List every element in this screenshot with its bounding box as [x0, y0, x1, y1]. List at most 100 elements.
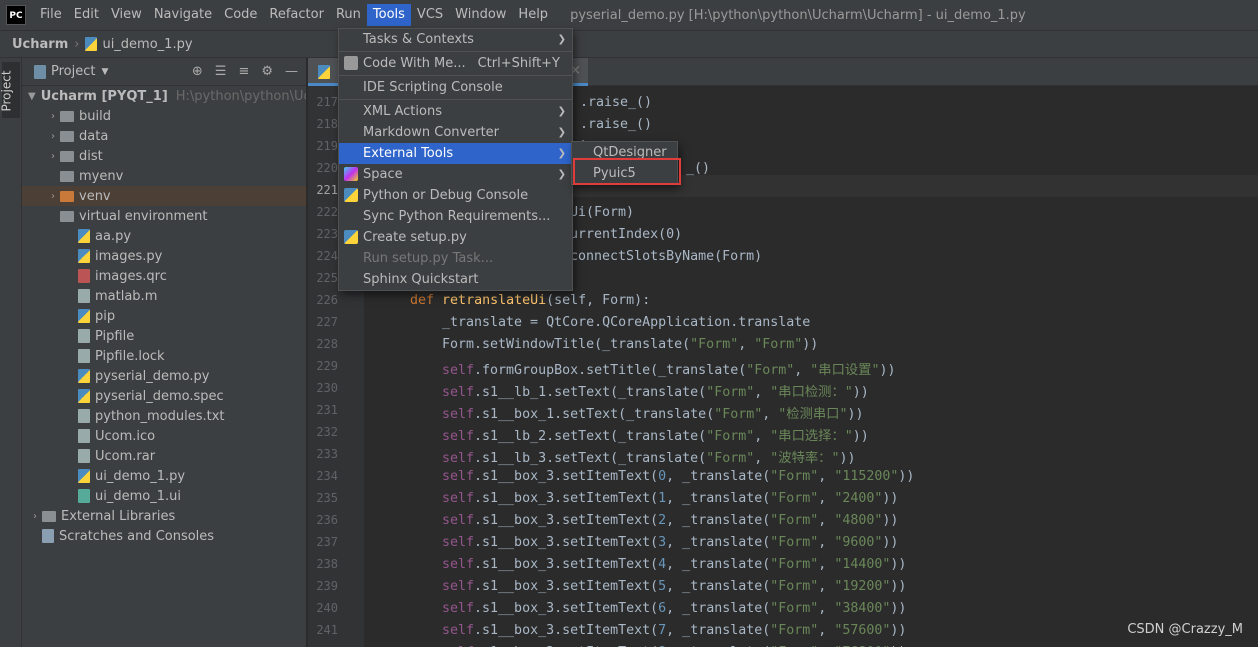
tree-item[interactable]: ui_demo_1.py [22, 466, 306, 486]
code-line: .raise_() [580, 117, 653, 132]
tree-item[interactable]: › build [22, 106, 306, 126]
tools-menu: Tasks & Contexts ❯ Code With Me... Ctrl+Shi… [338, 28, 573, 291]
menu-items: File Edit View Navigate Code Refactor Run Tools… [34, 4, 554, 26]
tree-item-label: ui_demo_1.py [95, 468, 186, 484]
line-number: 240 [316, 601, 338, 615]
tree-item[interactable]: pip [22, 306, 306, 326]
menu-separator [339, 99, 572, 100]
line-number: 221 [316, 183, 338, 197]
menu-item-markdown-converter[interactable]: Markdown Converter ❯ [339, 122, 572, 143]
py-file-icon [78, 469, 90, 483]
code-line: Ui(Form) [570, 205, 635, 220]
menu-window[interactable]: Window [449, 4, 512, 26]
tree-item-label: venv [79, 188, 111, 204]
tree-item[interactable]: images.py [22, 246, 306, 266]
tree-item[interactable]: Ucom.rar [22, 446, 306, 466]
line-number: 230 [316, 381, 338, 395]
menu-item-python-or-debug-console[interactable]: Python or Debug Console [339, 185, 572, 206]
menu-item-create-setup-py[interactable]: Create setup.py [339, 227, 572, 248]
line-number: 219 [316, 139, 338, 153]
breadcrumb-file[interactable]: ui_demo_1.py [102, 37, 192, 52]
chevron-right-icon: ❯ [557, 148, 566, 159]
tree-item-label: Ucharm [PYQT_1] [40, 88, 168, 104]
menu-item-external-tools[interactable]: External Tools ❯ [339, 143, 572, 164]
tree-item[interactable]: › dist [22, 146, 306, 166]
project-header: Project ▼ ⊕ ☰ ≡ ⚙ — [22, 58, 306, 86]
folder-icon [60, 130, 74, 142]
chevron-right-icon: ❯ [557, 169, 566, 180]
line-number: 224 [316, 249, 338, 263]
line-number: 238 [316, 557, 338, 571]
menu-help[interactable]: Help [512, 4, 554, 26]
menu-item-run-setup-py-task: Run setup.py Task... [339, 248, 572, 269]
tree-item[interactable]: pyserial_demo.spec [22, 386, 306, 406]
tree-item[interactable]: Pipfile [22, 326, 306, 346]
menu-navigate[interactable]: Navigate [148, 4, 218, 26]
menu-code[interactable]: Code [218, 4, 263, 26]
breadcrumb-project[interactable]: Ucharm [12, 37, 68, 52]
code-line: self.s1__box_3.setItemText(1, _translate… [442, 491, 899, 506]
tree-item[interactable]: Scratches and Consoles [22, 526, 306, 546]
collapse-all-icon[interactable]: ≡ [238, 64, 249, 79]
menu-view[interactable]: View [105, 4, 148, 26]
txt-file-icon [78, 289, 90, 303]
menu-vcs[interactable]: VCS [411, 4, 449, 26]
tree-item[interactable]: python_modules.txt [22, 406, 306, 426]
menu-item-sync-python-requirements[interactable]: Sync Python Requirements... [339, 206, 572, 227]
space-icon [344, 167, 358, 181]
menu-run[interactable]: Run [330, 4, 367, 26]
menu-item-label: Space [363, 167, 403, 182]
code-line: self.s1__lb_3.setText(_translate("Form",… [442, 451, 856, 466]
tree-item[interactable]: Ucom.ico [22, 426, 306, 446]
menu-item-sphinx-quickstart[interactable]: Sphinx Quickstart [339, 269, 572, 290]
tree-item[interactable]: › data [22, 126, 306, 146]
scratches-icon [42, 529, 54, 543]
tree-item[interactable]: Pipfile.lock [22, 346, 306, 366]
code-line: self.s1__lb_1.setText(_translate("Form",… [442, 385, 869, 400]
expand-all-icon[interactable]: ☰ [215, 64, 227, 79]
tree-item-label: images.py [95, 248, 163, 264]
tree-item-label: Pipfile [95, 328, 135, 344]
txt-file-icon [78, 429, 90, 443]
tree-item-label: ui_demo_1.ui [95, 488, 181, 504]
chevron-right-icon: › [51, 190, 55, 202]
py-file-icon [78, 229, 90, 243]
menu-refactor[interactable]: Refactor [263, 4, 330, 26]
tree-item[interactable]: myenv [22, 166, 306, 186]
menu-item-tasks-contexts[interactable]: Tasks & Contexts ❯ [339, 29, 572, 50]
tree-item[interactable]: aa.py [22, 226, 306, 246]
chevron-right-icon: ❯ [557, 106, 566, 117]
menu-item-space[interactable]: Space ❯ [339, 164, 572, 185]
project-view-selector[interactable]: Project [51, 64, 95, 79]
code-line: Form.setWindowTitle(_translate("Form", "… [442, 337, 819, 352]
tree-item-label: Pipfile.lock [95, 348, 165, 364]
person-icon [344, 56, 358, 70]
project-tool-button[interactable]: Project [0, 62, 20, 118]
tree-item[interactable]: ui_demo_1.ui [22, 486, 306, 506]
code-line: self.s1__lb_2.setText(_translate("Form",… [442, 429, 869, 444]
locate-icon[interactable]: ⊕ [192, 64, 203, 79]
tree-item[interactable]: › External Libraries [22, 506, 306, 526]
tree-item[interactable]: images.qrc [22, 266, 306, 286]
txt-file-icon [78, 409, 90, 423]
menu-item-xml-actions[interactable]: XML Actions ❯ [339, 101, 572, 122]
tree-item[interactable]: ▼ Ucharm [PYQT_1] H:\python\python\Uch [22, 86, 306, 106]
menu-file[interactable]: File [34, 4, 68, 26]
code-line: self.s1__box_1.setText(_translate("Form"… [442, 407, 864, 422]
code-line: self.s1__box_3.setItemText(5, _translate… [442, 579, 907, 594]
menu-edit[interactable]: Edit [68, 4, 105, 26]
tree-item[interactable]: pyserial_demo.py [22, 366, 306, 386]
menu-tools[interactable]: Tools [366, 4, 411, 26]
tree-item-label: External Libraries [61, 508, 176, 524]
minimize-icon[interactable]: — [285, 64, 298, 79]
chevron-right-icon: ❯ [557, 127, 566, 138]
tree-item[interactable]: › venv [22, 186, 306, 206]
menu-item-ide-scripting-console[interactable]: IDE Scripting Console [339, 77, 572, 98]
tree-item[interactable]: matlab.m [22, 286, 306, 306]
line-number: 241 [316, 623, 338, 637]
tree-item[interactable]: virtual environment [22, 206, 306, 226]
menu-item-code-with-me[interactable]: Code With Me... Ctrl+Shift+Y [339, 53, 572, 74]
chevron-down-icon[interactable]: ▼ [101, 67, 108, 77]
gear-icon[interactable]: ⚙ [261, 64, 273, 79]
tree-item-label: build [79, 108, 111, 124]
